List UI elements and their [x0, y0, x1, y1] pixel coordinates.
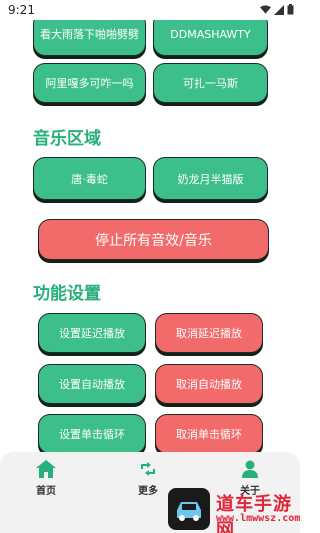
- set-autoplay-button[interactable]: 设置自动播放: [38, 364, 146, 404]
- nav-home[interactable]: 首页: [36, 460, 56, 497]
- sound-button-1-label: 看大雨落下啪啪劈劈: [40, 28, 139, 41]
- home-icon: [36, 460, 56, 478]
- cancel-loop-button[interactable]: 取消单击循环: [155, 414, 263, 454]
- nav-home-label: 首页: [36, 486, 56, 497]
- stop-all-label: 停止所有音效/音乐: [95, 232, 212, 249]
- cancel-delay-label: 取消延迟播放: [176, 327, 242, 340]
- set-loop-label: 设置单击循环: [59, 428, 125, 441]
- set-delay-button[interactable]: 设置延迟播放: [38, 313, 146, 353]
- status-bar: 9:21: [0, 0, 300, 20]
- battery-icon: [287, 4, 294, 15]
- cancel-autoplay-label: 取消自动播放: [176, 378, 242, 391]
- user-icon: [242, 460, 258, 478]
- wifi-icon: [260, 4, 271, 14]
- watermark-logo: [168, 488, 210, 530]
- function-section-title: 功能设置: [33, 284, 101, 304]
- set-delay-label: 设置延迟播放: [59, 327, 125, 340]
- signal-icon: [274, 4, 284, 15]
- sound-button-4-label: 可扎一马斯: [183, 77, 238, 90]
- set-loop-button[interactable]: 设置单击循环: [38, 414, 146, 454]
- music-section-title: 音乐区域: [33, 129, 101, 149]
- music-button-1-label: 唐·毒蛇: [71, 172, 108, 186]
- nav-more[interactable]: 更多: [138, 460, 158, 497]
- status-icons: [260, 4, 294, 15]
- sound-button-3-label: 阿里嘎多可咋一吗: [45, 77, 134, 90]
- sound-button-3[interactable]: 阿里嘎多可咋一吗: [33, 63, 146, 103]
- sound-button-4[interactable]: 可扎一马斯: [153, 63, 268, 103]
- refresh-icon: [141, 462, 155, 476]
- music-button-1[interactable]: 唐·毒蛇: [33, 157, 146, 200]
- sound-button-2-label: DDMASHAWTY: [170, 27, 251, 41]
- cancel-autoplay-button[interactable]: 取消自动播放: [155, 364, 263, 404]
- set-autoplay-label: 设置自动播放: [59, 378, 125, 391]
- status-time: 9:21: [8, 3, 35, 17]
- watermark: 道车手游网 www.lmwwsz.com: [165, 488, 300, 533]
- watermark-url: www.lmwwsz.com: [216, 513, 301, 524]
- nav-more-label: 更多: [138, 486, 158, 497]
- watermark-text: 道车手游网: [216, 494, 292, 533]
- stop-all-button[interactable]: 停止所有音效/音乐: [38, 219, 269, 260]
- music-button-2-label: 奶龙月半猫版: [177, 172, 244, 186]
- cancel-loop-label: 取消单击循环: [176, 428, 242, 441]
- car-icon: [177, 502, 201, 521]
- cancel-delay-button[interactable]: 取消延迟播放: [155, 313, 263, 353]
- music-button-2[interactable]: 奶龙月半猫版: [153, 157, 268, 200]
